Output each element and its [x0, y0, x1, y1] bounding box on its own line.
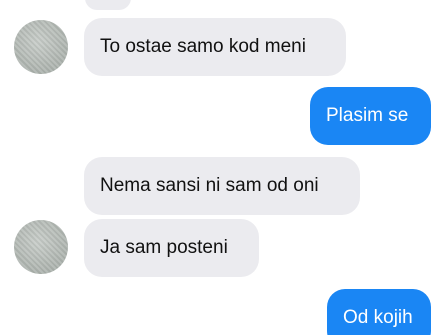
- contact-avatar[interactable]: [14, 20, 68, 74]
- message-bubble-outgoing[interactable]: Od kojih: [327, 289, 431, 335]
- chat-thread: To ostae samo kod meni Plasim se Nema sa…: [0, 0, 447, 335]
- contact-avatar[interactable]: [14, 220, 68, 274]
- message-bubble-incoming[interactable]: Nema sansi ni sam od oni: [84, 157, 360, 215]
- message-bubble-incoming[interactable]: To ostae samo kod meni: [84, 18, 346, 76]
- message-bubble-incoming[interactable]: Ja sam posteni: [84, 219, 259, 277]
- message-bubble-outgoing[interactable]: Plasim se: [310, 87, 431, 145]
- message-bubble-partial[interactable]: [85, 0, 131, 10]
